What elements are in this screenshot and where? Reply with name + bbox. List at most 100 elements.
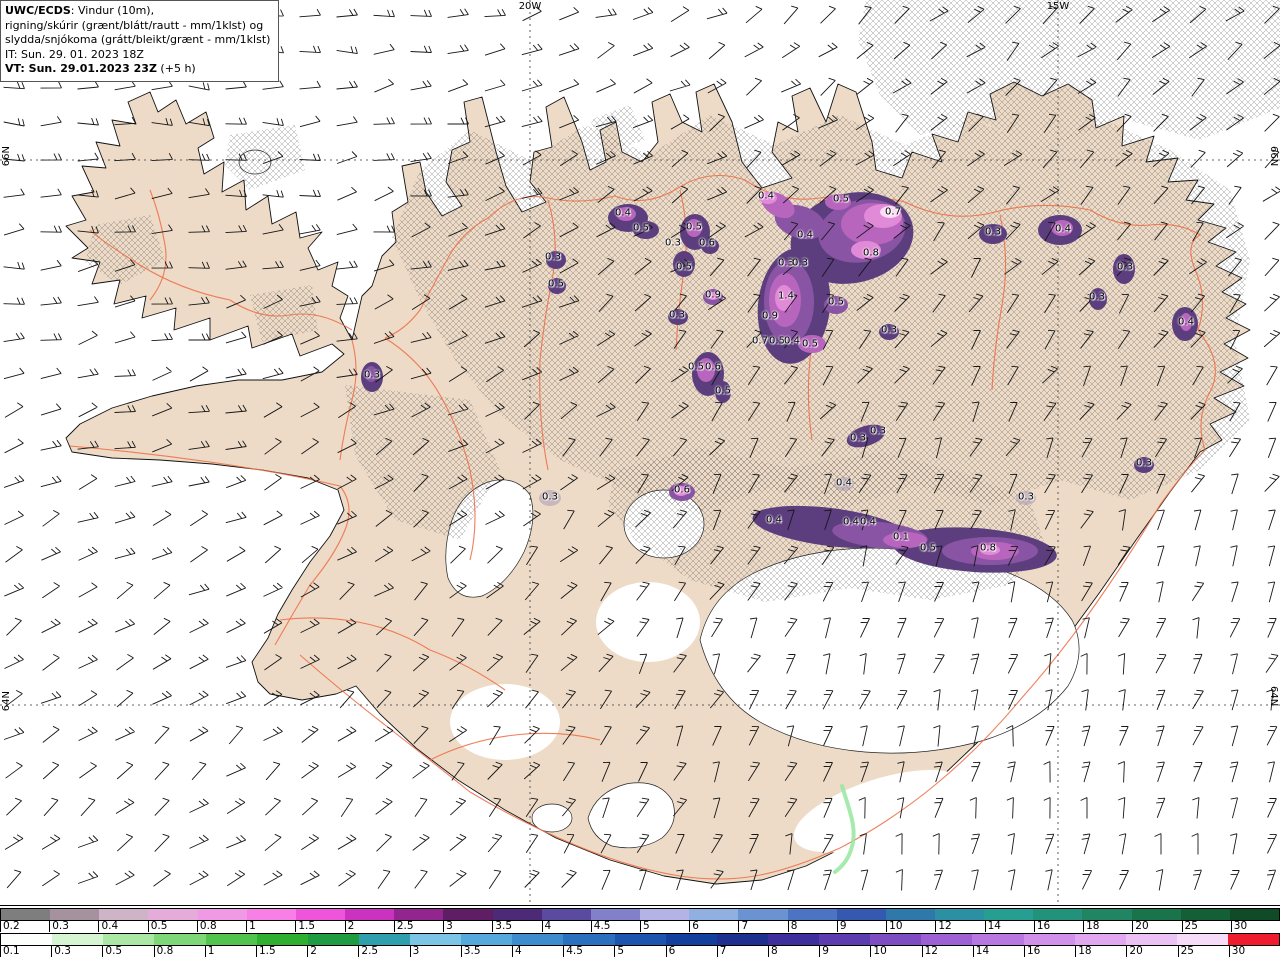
color-segment <box>870 934 922 945</box>
scale-value: 0.3 <box>51 946 71 957</box>
scale-value: 20 <box>1132 921 1149 932</box>
scale-value: 9 <box>819 946 829 957</box>
color-segment <box>461 934 513 945</box>
color-segment <box>819 934 871 945</box>
scale-value: 3.5 <box>460 946 481 957</box>
scale-value: 0.4 <box>98 921 118 932</box>
color-segment <box>50 909 100 920</box>
scale-value: 6 <box>689 921 699 932</box>
scale-value: 16 <box>1033 921 1050 932</box>
color-segment <box>738 909 788 920</box>
color-segment <box>885 909 935 920</box>
color-segment <box>394 909 444 920</box>
color-segment <box>921 934 973 945</box>
scale-value: 16 <box>1024 946 1040 957</box>
scale-value: 14 <box>972 946 989 957</box>
color-segment <box>972 934 1024 945</box>
color-segment <box>99 909 149 920</box>
color-segment <box>1074 934 1126 945</box>
color-segment <box>716 934 768 945</box>
weather-map-screen: 0.4 0.5 0.3 0.5 0.5 0.3 0.6 0.5 0.4 0.5 0.7 0.4 0.8 0… <box>0 0 1280 960</box>
scale-value: 18 <box>1075 946 1092 957</box>
color-segment <box>836 909 886 920</box>
scale-value: 0.5 <box>102 946 122 957</box>
color-segment <box>590 909 641 920</box>
scale-value: 30 <box>1228 946 1245 957</box>
scale-value: 1 <box>204 946 214 957</box>
color-segment <box>665 934 717 945</box>
scale-value: 4 <box>541 921 551 932</box>
title-line-2: rigning/skúrir (grænt/blátt/rautt - mm/1… <box>5 18 264 32</box>
valid-time: VT: Sun. 29.01.2023 23Z (+5 h) <box>5 62 196 76</box>
color-segment <box>689 909 739 920</box>
title-box: UWC/ECDS: Vindur (10m), rigning/skúrir (… <box>0 0 280 82</box>
color-segment <box>295 909 346 920</box>
scale-value: 4.5 <box>590 921 610 932</box>
scale-value: 12 <box>921 946 938 957</box>
color-segment <box>410 934 462 945</box>
init-time: IT: Sun. 29. 01. 2023 18Z <box>5 47 144 61</box>
scale-value: 0.2 <box>0 921 20 932</box>
scale-value: 18 <box>1083 921 1099 932</box>
color-segment <box>52 934 104 945</box>
scale-value: 8 <box>768 946 778 957</box>
color-segment <box>1125 934 1177 945</box>
color-segment <box>205 934 257 945</box>
color-segment <box>1 909 51 920</box>
scale-value: 0.3 <box>49 921 69 932</box>
color-segment <box>148 909 198 920</box>
color-segment <box>541 909 591 920</box>
color-segment <box>614 934 666 945</box>
color-segment <box>443 909 493 920</box>
color-segment <box>1228 934 1280 945</box>
color-segment <box>512 934 564 945</box>
color-segment <box>358 934 410 945</box>
scale-value: 0.8 <box>196 921 217 932</box>
title-line-1: UWC/ECDS: Vindur (10m), <box>5 4 155 17</box>
color-segment <box>934 909 985 920</box>
scale-value: 3 <box>443 921 453 932</box>
color-segment <box>246 909 296 920</box>
scale-value: 14 <box>984 921 1001 932</box>
color-segment <box>640 909 690 920</box>
scale-value: 9 <box>836 921 847 932</box>
color-segment <box>154 934 206 945</box>
snow-sleet-scale-tick-labels: 0.2 0.3 0.4 0.5 0.8 1 1.5 2 2.5 3 3.5 4 4.5 5 6 7 8 9 10 12… <box>0 921 1280 933</box>
scale-value: 1.5 <box>256 946 276 957</box>
scale-value: 2.5 <box>393 921 414 932</box>
color-segment <box>1229 909 1280 920</box>
scale-value: 2.5 <box>358 946 378 957</box>
color-segment <box>767 934 819 945</box>
scale-value: 5 <box>640 921 650 932</box>
color-segment <box>1 934 53 945</box>
scale-value: 2 <box>344 921 354 932</box>
scale-value: 3.5 <box>492 921 512 932</box>
color-segment <box>787 909 837 920</box>
color-segment <box>492 909 542 920</box>
scale-value: 0.5 <box>147 921 167 932</box>
scale-value: 7 <box>716 946 726 957</box>
scale-value: 0.1 <box>0 946 20 957</box>
scale-value: 4 <box>512 946 522 957</box>
color-segment <box>103 934 155 945</box>
scale-value: 12 <box>935 921 952 932</box>
scale-value: 20 <box>1126 946 1143 957</box>
color-segment <box>1131 909 1181 920</box>
scale-value: 4.5 <box>563 946 583 957</box>
scale-value: 30 <box>1230 921 1247 932</box>
scale-value: 8 <box>787 921 797 932</box>
scale-value: 2 <box>307 946 317 957</box>
color-segment <box>197 909 247 920</box>
color-segment <box>984 909 1034 920</box>
colorbar-legend: 0.2 0.3 0.4 0.5 0.8 1 1.5 2 2.5 3 3.5 4 4.5 5 6 7 8 9 10 12… <box>0 905 1280 960</box>
scale-value: 6 <box>665 946 675 957</box>
rain-scale-tick-labels: 0.1 0.3 0.5 0.8 1 1.5 2 2.5 3 3.5 4 4.5 5 6 7 8 9 10 12 14 1… <box>0 946 1280 958</box>
scale-value: 25 <box>1177 946 1194 957</box>
scale-value: 1 <box>246 921 256 932</box>
color-segment <box>563 934 615 945</box>
color-segment <box>256 934 308 945</box>
color-segment <box>1033 909 1083 920</box>
scale-value: 3 <box>409 946 419 957</box>
color-segment <box>307 934 359 945</box>
title-line-3: slydda/snjókoma (grátt/bleikt/grænt - mm… <box>5 33 271 47</box>
